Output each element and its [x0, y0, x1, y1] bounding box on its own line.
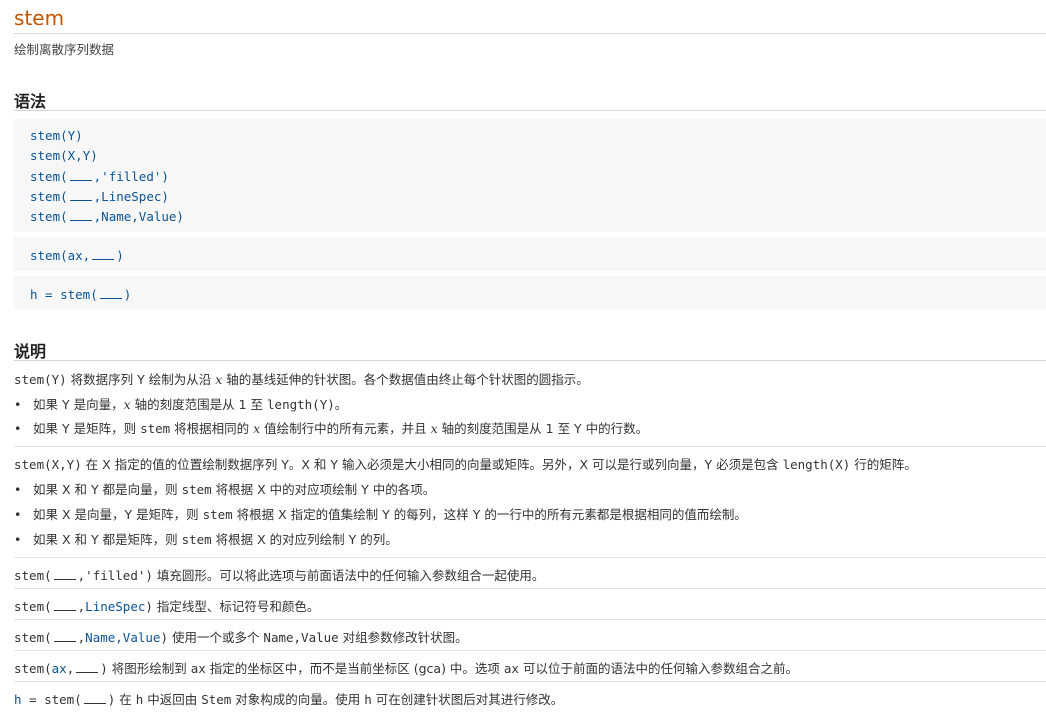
- description-paragraph-linespec: stem(,LineSpec) 指定线型、标记符号和颜色。: [14, 598, 320, 614]
- syntax-code-block-2: stem(ax,): [14, 237, 1046, 271]
- description-heading: 说明: [14, 342, 47, 361]
- bullet-item: • 如果 X 和 Y 都是向量，则 stem 将根据 X 中的对应项绘制 Y 中的…: [14, 482, 436, 497]
- section-divider: [14, 446, 1046, 447]
- syntax-line-ax[interactable]: stem(ax,): [30, 247, 124, 263]
- syntax-line-handle[interactable]: h = stem(): [30, 286, 131, 302]
- placeholder-blank: [69, 188, 92, 201]
- placeholder-blank: [53, 629, 76, 642]
- bullet-item: • 如果 X 是向量，Y 是矩阵，则 stem 将根据 X 指定的值集绘制 Y 的…: [14, 507, 747, 522]
- page-subtitle: 绘制离散序列数据: [14, 42, 115, 57]
- placeholder-blank: [76, 660, 99, 673]
- bullet-dot-icon: •: [14, 397, 22, 412]
- page-title: stem: [14, 6, 65, 30]
- description-paragraph-filled: stem(,'filled') 填充圆形。可以将此选项与前面语法中的任何输入参数…: [14, 567, 545, 583]
- section-divider: [14, 619, 1046, 620]
- syntax-code-block-1: stem(Y) stem(X,Y) stem(,'filled') stem(,…: [14, 119, 1046, 232]
- syntax-divider: [14, 110, 1046, 111]
- syntax-line-linespec[interactable]: stem(,LineSpec): [30, 188, 169, 204]
- description-paragraph-stem-y: stem(Y) 将数据序列 Y 绘制为从沿 x 轴的基线延伸的针状图。各个数据值…: [14, 372, 589, 387]
- placeholder-blank: [53, 567, 76, 580]
- syntax-line-stem-y[interactable]: stem(Y): [30, 128, 83, 143]
- syntax-line-stem-x-y[interactable]: stem(X,Y): [30, 148, 98, 163]
- syntax-code-block-3: h = stem(): [14, 276, 1046, 310]
- description-paragraph-stem-x-y: stem(X,Y) 在 X 指定的值的位置绘制数据序列 Y。X 和 Y 输入必须…: [14, 457, 917, 472]
- syntax-line-filled[interactable]: stem(,'filled'): [30, 168, 169, 184]
- bullet-dot-icon: •: [14, 532, 22, 547]
- description-divider: [14, 360, 1046, 361]
- description-paragraph-ax: stem(ax,) 将图形绘制到 ax 指定的坐标区中，而不是当前坐标区 (gc…: [14, 660, 798, 676]
- placeholder-blank: [92, 247, 115, 260]
- section-divider: [14, 557, 1046, 558]
- bullet-dot-icon: •: [14, 421, 22, 436]
- placeholder-blank: [69, 208, 92, 221]
- section-divider: [14, 650, 1046, 651]
- description-paragraph-name-value: stem(,Name,Value) 使用一个或多个 Name,Value 对组参…: [14, 629, 468, 645]
- h-output-link[interactable]: h: [14, 692, 22, 707]
- section-divider: [14, 588, 1046, 589]
- linespec-link[interactable]: LineSpec: [85, 599, 145, 614]
- name-value-link[interactable]: Name,Value: [85, 630, 160, 645]
- bullet-item: • 如果 X 和 Y 都是矩阵，则 stem 将根据 X 的对应列绘制 Y 的列。: [14, 532, 398, 547]
- syntax-line-name-value[interactable]: stem(,Name,Value): [30, 208, 184, 224]
- bullet-item: • 如果 Y 是矩阵，则 stem 将根据相同的 x 值绘制行中的所有元素，并且 …: [14, 421, 649, 436]
- bullet-item: • 如果 Y 是向量，x 轴的刻度范围是从 1 至 length(Y)。: [14, 397, 348, 412]
- placeholder-blank: [99, 286, 122, 299]
- placeholder-blank: [53, 598, 76, 611]
- title-divider: [14, 33, 1046, 34]
- bullet-dot-icon: •: [14, 507, 22, 522]
- bullet-dot-icon: •: [14, 482, 22, 497]
- placeholder-blank: [83, 691, 106, 704]
- ax-link[interactable]: ax: [52, 661, 67, 676]
- placeholder-blank: [69, 168, 92, 181]
- section-divider: [14, 681, 1046, 682]
- syntax-heading: 语法: [14, 92, 47, 111]
- description-paragraph-handle: h = stem() 在 h 中返回由 Stem 对象构成的向量。使用 h 可在…: [14, 691, 564, 707]
